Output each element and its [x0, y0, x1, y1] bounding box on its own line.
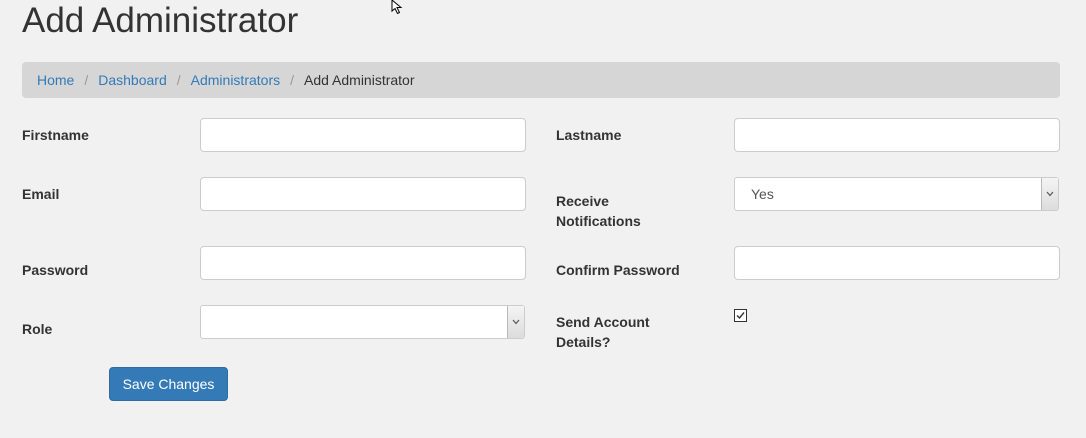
lastname-label: Lastname [556, 127, 622, 143]
lastname-input[interactable] [734, 118, 1060, 152]
send-account-details-checkbox[interactable] [734, 309, 747, 322]
receive-notifications-select[interactable]: Yes [734, 177, 1059, 211]
save-changes-button[interactable]: Save Changes [109, 367, 228, 401]
breadcrumb-dashboard-link[interactable]: Dashboard [98, 72, 167, 88]
page-title: Add Administrator [22, 1, 299, 40]
send-account-details-label: Send Account Details? [556, 312, 650, 352]
role-select[interactable] [200, 305, 525, 339]
chevron-down-icon[interactable] [507, 306, 524, 338]
email-input[interactable] [200, 177, 526, 211]
breadcrumb-home-link[interactable]: Home [37, 72, 74, 88]
send-account-details-label-line2: Details? [556, 334, 611, 350]
password-input[interactable] [200, 246, 526, 280]
breadcrumb: Home / Dashboard / Administrators / Add … [22, 62, 1060, 98]
receive-notifications-label-line1: Receive [556, 193, 609, 209]
breadcrumb-separator: / [84, 72, 89, 88]
receive-notifications-label: Receive Notifications [556, 191, 641, 231]
receive-notifications-label-line2: Notifications [556, 213, 641, 229]
breadcrumb-administrators-link[interactable]: Administrators [191, 72, 280, 88]
breadcrumb-separator: / [290, 72, 294, 88]
firstname-label: Firstname [22, 127, 89, 143]
firstname-input[interactable] [200, 118, 526, 152]
email-label: Email [22, 186, 60, 202]
send-account-details-label-line1: Send Account [556, 314, 650, 330]
breadcrumb-current: Add Administrator [304, 72, 415, 88]
breadcrumb-separator: / [176, 72, 181, 88]
chevron-down-icon[interactable] [1041, 178, 1058, 210]
mouse-pointer-icon [391, 0, 403, 15]
confirm-password-label: Confirm Password [556, 262, 680, 278]
role-label: Role [22, 321, 53, 337]
receive-notifications-value: Yes [751, 186, 774, 202]
confirm-password-input[interactable] [734, 246, 1060, 280]
checkmark-icon [736, 312, 745, 320]
password-label: Password [22, 262, 89, 278]
